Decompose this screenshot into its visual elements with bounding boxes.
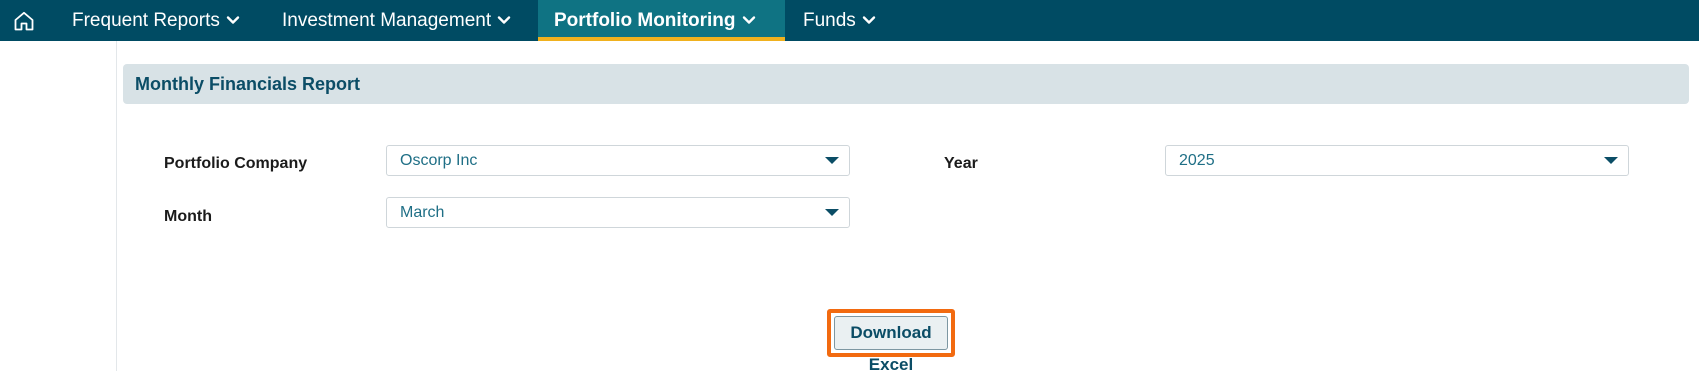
nav-investment-management[interactable]: Investment Management	[282, 0, 511, 41]
month-select[interactable]: March	[386, 197, 850, 228]
nav-label: Portfolio Monitoring	[554, 10, 736, 31]
year-label: Year	[944, 155, 978, 172]
home-button[interactable]	[12, 9, 36, 33]
chevron-down-icon	[742, 0, 756, 40]
home-icon	[14, 11, 34, 31]
nav-label: Investment Management	[282, 10, 492, 31]
nav-label: Frequent Reports	[72, 10, 220, 31]
nav-label: Funds	[803, 10, 856, 31]
nav-portfolio-monitoring[interactable]: Portfolio Monitoring	[538, 0, 785, 41]
dropdown-arrow-icon	[825, 157, 839, 164]
year-value: 2025	[1179, 152, 1215, 169]
month-label: Month	[164, 208, 212, 225]
report-panel-header: Monthly Financials Report	[123, 64, 1689, 104]
portfolio-company-value: Oscorp Inc	[400, 152, 478, 169]
content-left-border	[116, 41, 117, 371]
month-value: March	[400, 204, 445, 221]
nav-funds[interactable]: Funds	[803, 0, 876, 41]
chevron-down-icon	[862, 0, 876, 40]
download-excel-button[interactable]: Download Excel	[834, 316, 948, 374]
nav-frequent-reports[interactable]: Frequent Reports	[72, 0, 240, 41]
page-title: Monthly Financials Report	[135, 74, 361, 94]
portfolio-company-label: Portfolio Company	[164, 155, 308, 172]
top-nav-bar: Frequent Reports Investment Management P…	[0, 0, 1699, 41]
chevron-down-icon	[497, 0, 511, 40]
dropdown-arrow-icon	[825, 209, 839, 216]
dropdown-arrow-icon	[1604, 157, 1618, 164]
portfolio-company-select[interactable]: Oscorp Inc	[386, 145, 850, 176]
chevron-down-icon	[226, 0, 240, 40]
year-select[interactable]: 2025	[1165, 145, 1629, 176]
